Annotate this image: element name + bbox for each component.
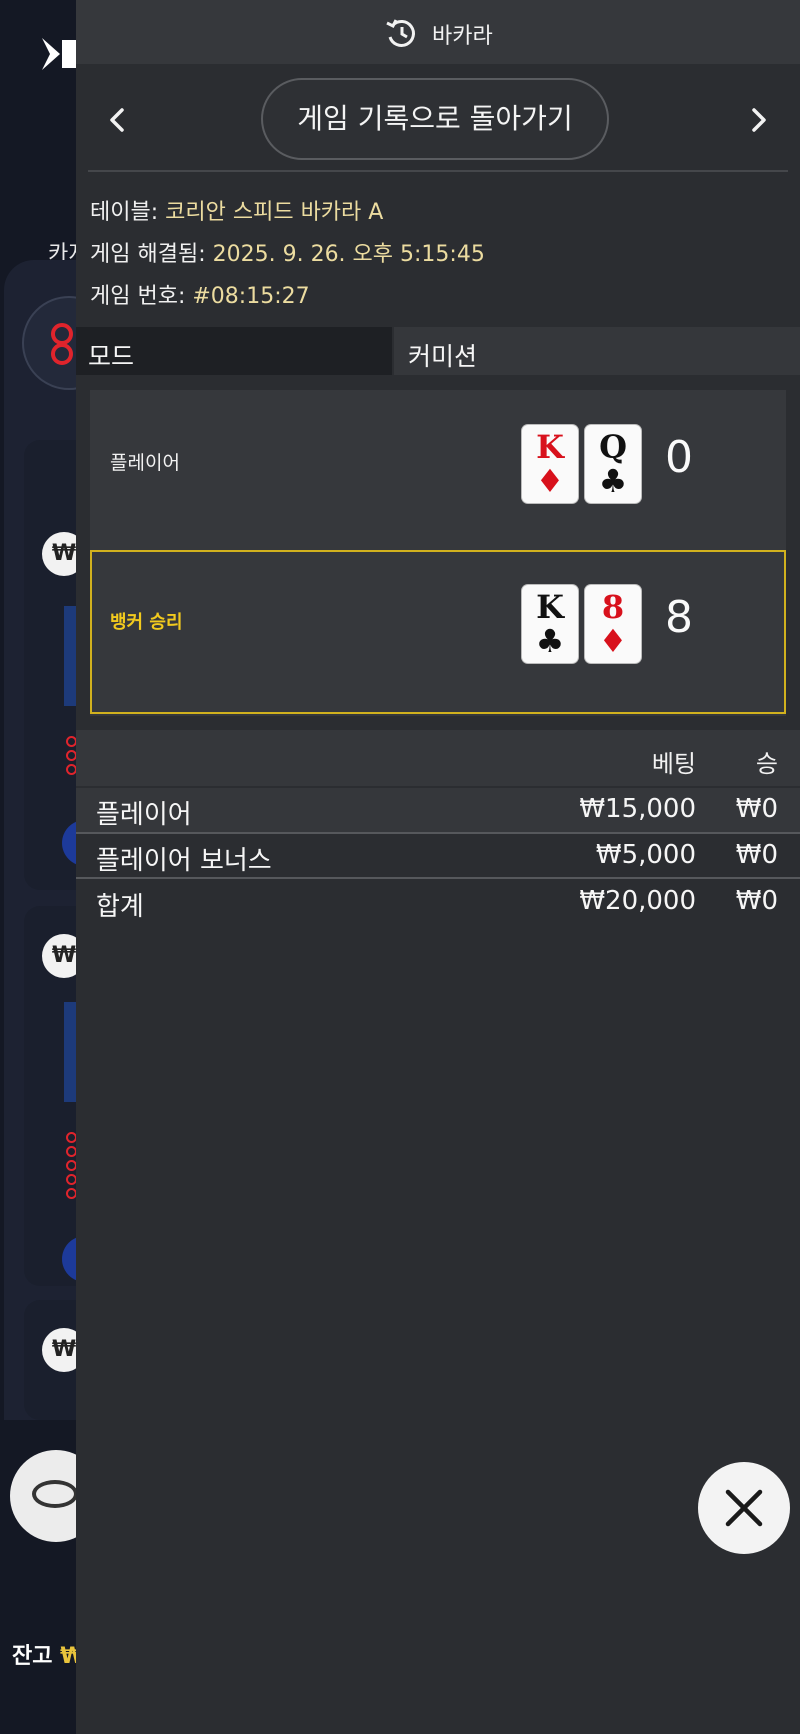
- round-result: 플레이어 K ♦ Q ♣ 0 뱅커 승리 K ♣ 8 ♦ 8: [90, 390, 786, 716]
- card-rank: K: [536, 428, 564, 466]
- bet-amount: ₩15,000: [579, 794, 696, 824]
- chevron-right-icon: [752, 108, 766, 132]
- divider: [88, 170, 788, 172]
- playing-card: Q ♣: [585, 425, 641, 503]
- card-rank: 8: [601, 588, 625, 626]
- game-title: 바카라: [432, 24, 493, 49]
- mode-row: 모드 커미션: [76, 327, 800, 375]
- total-bet: ₩20,000: [579, 886, 696, 916]
- banker-score: 8: [665, 592, 693, 643]
- mode-value-cell: 커미션: [394, 327, 800, 375]
- history-icon: [386, 19, 415, 47]
- playing-card: K ♦: [522, 425, 578, 503]
- win-column-header: 승: [755, 750, 778, 778]
- resolved-value: 2025. 9. 26. 오후 5:15:45: [212, 242, 485, 267]
- table-info: 테이블: 코리안 스피드 바카라 A: [90, 194, 383, 226]
- mode-value: 커미션: [408, 342, 478, 371]
- game-number-info: 게임 번호: #08:15:27: [90, 278, 310, 310]
- player-hand: 플레이어 K ♦ Q ♣ 0: [90, 390, 786, 554]
- total-label: 합계: [96, 892, 144, 922]
- chip-tray-icon: [32, 1480, 78, 1508]
- diamond-suit-icon: ♦: [535, 462, 565, 500]
- resolved-info: 게임 해결됨: 2025. 9. 26. 오후 5:15:45: [90, 236, 485, 268]
- player-score: 0: [665, 432, 693, 483]
- divider: [76, 877, 800, 879]
- banker-win-label: 뱅커 승리: [110, 612, 183, 633]
- game-number-label: 게임 번호:: [90, 284, 186, 309]
- balance-label: 잔고: [12, 1644, 53, 1669]
- chevron-left-icon: [110, 108, 124, 132]
- bet-column-header: 베팅: [651, 750, 696, 778]
- playing-card: 8 ♦: [585, 585, 641, 663]
- table-label: 테이블:: [90, 200, 159, 225]
- total-row: 합계 ₩20,000 ₩0: [76, 880, 800, 924]
- game-number-value: #08:15:27: [192, 284, 310, 309]
- game-detail-panel: 바카라 게임 기록으로 돌아가기 테이블: 코리안 스피드 바카라 A 게임 해…: [76, 0, 800, 1734]
- win-amount: ₩0: [735, 840, 778, 870]
- close-button[interactable]: [698, 1462, 790, 1554]
- total-win: ₩0: [735, 886, 778, 916]
- bets-table-header: 베팅 승: [76, 730, 800, 786]
- bet-name: 플레이어 보너스: [96, 846, 272, 876]
- bet-name: 플레이어: [96, 800, 192, 830]
- table-row: 플레이어 ₩15,000 ₩0: [76, 788, 800, 832]
- club-suit-icon: ♣: [535, 622, 565, 660]
- banker-hand: 뱅커 승리 K ♣ 8 ♦ 8: [90, 550, 786, 714]
- card-rank: Q: [599, 428, 627, 466]
- back-to-history-label: 게임 기록으로 돌아가기: [297, 102, 573, 135]
- diamond-suit-icon: ♦: [598, 622, 628, 660]
- close-icon: [725, 1489, 763, 1527]
- playing-card: K ♣: [522, 585, 578, 663]
- mode-label-cell: 모드: [76, 327, 392, 375]
- previous-game-button[interactable]: [98, 100, 138, 140]
- club-suit-icon: ♣: [598, 462, 628, 500]
- panel-header: 바카라: [76, 0, 800, 64]
- back-to-history-button[interactable]: 게임 기록으로 돌아가기: [261, 78, 609, 160]
- table-row: 플레이어 보너스 ₩5,000 ₩0: [76, 834, 800, 878]
- bet-amount: ₩5,000: [595, 840, 696, 870]
- win-amount: ₩0: [735, 794, 778, 824]
- resolved-label: 게임 해결됨:: [90, 242, 206, 267]
- brand-logo-icon: [42, 38, 76, 70]
- player-label: 플레이어: [110, 452, 180, 474]
- next-game-button[interactable]: [738, 100, 778, 140]
- table-value: 코리안 스피드 바카라 A: [165, 200, 384, 225]
- balance: 잔고 ₩: [12, 1638, 84, 1670]
- card-rank: K: [536, 588, 564, 626]
- mode-label: 모드: [88, 342, 135, 371]
